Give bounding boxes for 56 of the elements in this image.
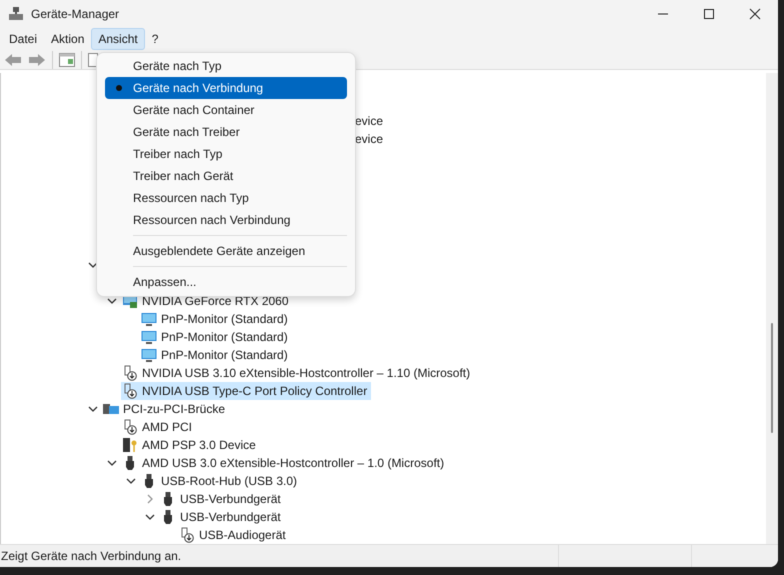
device-item[interactable]: USB-Audiogerät: [178, 526, 290, 544]
device-item[interactable]: USB-Verbundgerät: [159, 508, 285, 526]
collapse-chevron-icon[interactable]: [126, 476, 136, 486]
device-item[interactable]: evice: [355, 132, 384, 146]
usb-controller-icon: [122, 383, 138, 399]
pci-bridge-icon: [103, 401, 119, 417]
security-device-icon: [122, 437, 138, 453]
menu-option[interactable]: Geräte nach Verbindung: [105, 77, 347, 99]
console-tree-icon[interactable]: [59, 52, 75, 66]
menu-item[interactable]: Datei: [2, 28, 44, 50]
usb-controller-icon: [122, 365, 138, 381]
menu-option[interactable]: Geräte nach Container: [105, 99, 347, 121]
usb-controller-icon: [122, 419, 138, 435]
maximize-icon: [703, 8, 715, 20]
device-item[interactable]: AMD PSP 3.0 Device: [121, 436, 260, 454]
device-manager-icon: [9, 7, 23, 21]
device-item[interactable]: USB-Root-Hub (USB 3.0): [140, 472, 302, 490]
expand-chevron-icon[interactable]: [144, 494, 154, 504]
device-item[interactable]: evice: [355, 114, 384, 128]
menu-option[interactable]: Anpassen...: [105, 271, 347, 293]
scrollbar-thumb[interactable]: [771, 323, 773, 433]
window-title: Geräte-Manager: [31, 7, 120, 21]
device-item[interactable]: PCI-zu-PCI-Brücke: [102, 400, 230, 418]
device-item[interactable]: NVIDIA USB 3.10 eXtensible-Hostcontroller – 1.10 (Microsoft): [121, 364, 474, 382]
device-item[interactable]: USB-Verbundgerät: [159, 490, 285, 508]
collapse-chevron-icon[interactable]: [88, 404, 98, 414]
radio-bullet-icon: [116, 85, 122, 91]
menu-item[interactable]: ?: [144, 28, 166, 50]
collapse-chevron-icon[interactable]: [88, 260, 98, 270]
device-item[interactable]: AMD USB 3.0 eXtensible-Hostcontroller – 1.0 (Microsoft): [121, 454, 448, 472]
menu-option[interactable]: Geräte nach Treiber: [105, 121, 347, 143]
device-item[interactable]: PnP-Monitor (Standard): [140, 346, 292, 364]
monitor-icon: [141, 311, 157, 327]
device-item[interactable]: NVIDIA USB Type-C Port Policy Controller: [121, 382, 372, 400]
menu-option[interactable]: Treiber nach Gerät: [105, 165, 347, 187]
collapse-chevron-icon[interactable]: [106, 458, 116, 468]
menu-option[interactable]: Geräte nach Typ: [105, 55, 347, 77]
forward-arrow-icon[interactable]: [28, 52, 46, 66]
menu-option[interactable]: Treiber nach Typ: [105, 143, 347, 165]
usb-controller-icon: [179, 527, 195, 543]
back-arrow-icon[interactable]: [4, 52, 22, 66]
close-icon: [749, 8, 761, 20]
properties-icon[interactable]: [88, 52, 98, 66]
menu-item[interactable]: Aktion: [44, 28, 92, 50]
device-item[interactable]: PnP-Monitor (Standard): [140, 310, 292, 328]
menu-item[interactable]: Ansicht: [91, 28, 145, 50]
menu-option[interactable]: Ressourcen nach Verbindung: [105, 209, 347, 231]
menu-option[interactable]: Ausgeblendete Geräte anzeigen: [105, 240, 347, 262]
device-item[interactable]: AMD PCI: [121, 418, 196, 436]
monitor-icon: [141, 329, 157, 345]
status-text: Zeigt Geräte nach Verbindung an.: [0, 549, 182, 563]
collapse-chevron-icon[interactable]: [106, 296, 116, 306]
monitor-icon: [141, 347, 157, 363]
menu-option[interactable]: Ressourcen nach Typ: [105, 187, 347, 209]
collapse-chevron-icon[interactable]: [144, 512, 154, 522]
device-item[interactable]: PnP-Monitor (Standard): [140, 328, 292, 346]
